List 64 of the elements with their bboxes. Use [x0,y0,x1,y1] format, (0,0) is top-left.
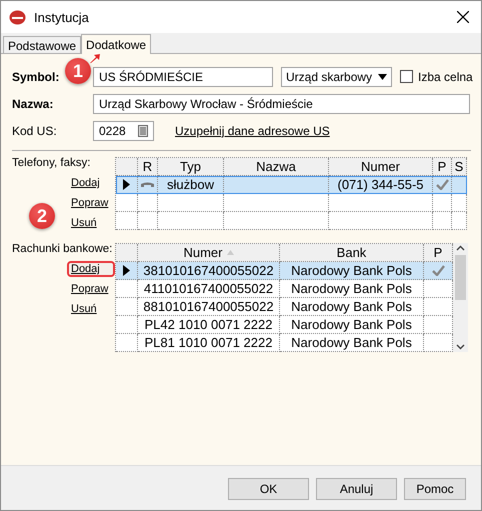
sort-icon [226,250,234,255]
column-header[interactable]: Typ [158,158,224,176]
table-cell [433,194,452,212]
table-row[interactable]: 881010167400055022 Narodowy Bank Pols [116,298,453,316]
table-row[interactable]: PL42 1010 0071 2222 Narodowy Bank Pols [116,316,453,334]
table-cell [158,194,224,212]
caret-icon [378,74,388,80]
list-icon[interactable] [138,124,148,136]
tab[interactable]: Dodatkowe [81,34,152,54]
table-row[interactable]: 411010167400055022 Narodowy Bank Pols [116,280,453,298]
table-cell: 381010167400055022 [138,262,280,280]
table-cell: PL42 1010 0071 2222 [138,316,280,334]
dialog-button[interactable]: OK [228,478,309,500]
column-header[interactable]: Numer [329,158,433,176]
pointer-arrow [90,54,100,63]
row-pointer-icon [123,179,130,190]
app-logo-icon [9,10,26,24]
column-header[interactable]: Numer [138,244,280,262]
table-cell: 881010167400055022 [138,298,280,316]
window-title: Instytucja [34,10,89,24]
dialog-button[interactable]: Pomoc [404,478,466,500]
column-header[interactable]: P [424,244,453,262]
field-label: Nazwa: [12,96,54,110]
address-link[interactable]: Uzupełnij dane adresowe US [175,124,330,138]
table-row[interactable]: PL81 1010 0071 2222 Narodowy Bank Pols [116,334,453,352]
action-link[interactable]: Dodaj [67,175,115,191]
scrollbar[interactable] [453,243,468,352]
table-row[interactable]: 381010167400055022 Narodowy Bank Pols [116,262,453,280]
type-dropdown[interactable]: Urząd skarbowy [281,66,392,86]
field-label: Kod US: [12,124,58,138]
row-pointer-icon [123,265,130,276]
column-header[interactable]: Nazwa [224,158,329,176]
table-cell: Narodowy Bank Pols [280,262,424,280]
column-header[interactable]: Bank [280,244,424,262]
scroll-down-icon[interactable] [456,344,465,350]
scroll-up-icon[interactable] [456,245,465,251]
action-link[interactable]: Usuń [67,301,115,317]
tab[interactable]: Podstawowe [3,36,82,53]
table-cell: 411010167400055022 [138,280,280,298]
action-link[interactable]: Dodaj [67,261,115,277]
dialog-button[interactable]: Anuluj [316,478,397,500]
action-link[interactable]: Popraw [67,195,115,211]
action-link[interactable]: Popraw [67,281,115,297]
phone-icon [141,182,154,188]
section-label: Rachunki bankowe: [12,243,112,255]
column-header[interactable]: S [452,158,467,176]
table-cell: Narodowy Bank Pols [280,280,424,298]
column-header[interactable]: R [138,158,158,176]
action-link[interactable]: Usuń [67,215,115,231]
field-label: Symbol: [12,70,60,84]
section-label: Telefony, faksy: [12,157,90,169]
customs-checkbox[interactable]: Izba celna [400,70,473,84]
name-field[interactable]: Urząd Skarbowy Wrocław - Śródmieście [93,94,470,114]
table-cell: Narodowy Bank Pols [280,298,424,316]
table-cell: Narodowy Bank Pols [280,334,424,352]
table-cell [138,194,158,212]
us-code-field[interactable]: 0228 [93,120,154,140]
table-cell: PL81 1010 0071 2222 [138,334,280,352]
column-header[interactable]: P [433,158,452,176]
symbol-field[interactable]: US ŚRÓDMIEŚCIE [93,66,273,86]
table-cell: (071) 344-55-5 [329,176,433,194]
table-cell: Narodowy Bank Pols [280,316,424,334]
table-row[interactable]: służbow (071) 344-55-5 [116,176,467,194]
table-cell: służbow [158,176,224,194]
